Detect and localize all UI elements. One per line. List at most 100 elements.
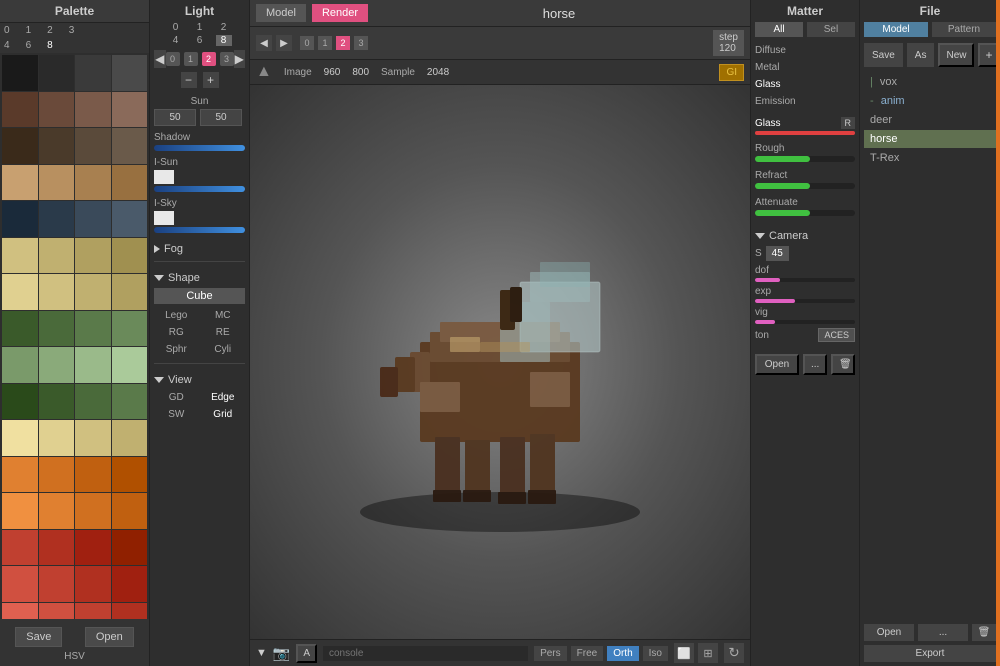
file-item-anim[interactable]: - anim xyxy=(864,92,996,110)
file-save-button[interactable]: Save xyxy=(864,43,903,67)
shape-cyli[interactable]: Cyli xyxy=(201,342,246,357)
light-num-8[interactable]: 8 xyxy=(216,35,232,46)
color-swatch-54[interactable] xyxy=(75,530,111,566)
fog-row[interactable]: Fog xyxy=(154,243,245,255)
render-tab[interactable]: Render xyxy=(312,4,368,22)
matter-tab-all[interactable]: All xyxy=(755,22,803,37)
file-tab-pattern[interactable]: Pattern xyxy=(932,22,996,37)
grid-button-1[interactable]: ⬜ xyxy=(674,643,694,663)
file-dots-button[interactable]: ... xyxy=(918,624,968,641)
palette-num-3[interactable]: 3 xyxy=(69,25,75,36)
color-swatch-63[interactable] xyxy=(112,603,148,620)
color-swatch-36[interactable] xyxy=(2,384,38,420)
color-swatch-6[interactable] xyxy=(75,92,111,128)
gi-button[interactable]: GI xyxy=(719,64,744,81)
console-input[interactable] xyxy=(323,646,528,661)
color-swatch-50[interactable] xyxy=(75,493,111,529)
matter-emission[interactable]: Emission xyxy=(755,94,855,109)
matter-trash-button[interactable]: 🗑 xyxy=(831,354,855,375)
color-swatch-21[interactable] xyxy=(39,238,75,274)
light-dot-0[interactable]: 0 xyxy=(166,52,180,66)
palette-num-0[interactable]: 0 xyxy=(4,25,10,36)
triangle-up-icon[interactable]: ▲ xyxy=(256,63,272,81)
light-num-6[interactable]: 6 xyxy=(192,35,208,46)
matter-diffuse[interactable]: Diffuse xyxy=(755,43,855,58)
color-swatch-30[interactable] xyxy=(75,311,111,347)
file-export-button[interactable]: Export xyxy=(864,645,996,662)
shape-selected[interactable]: Cube xyxy=(154,288,245,304)
shape-row[interactable]: Shape xyxy=(154,272,245,284)
model-tab[interactable]: Model xyxy=(256,4,306,22)
color-swatch-42[interactable] xyxy=(75,420,111,456)
color-swatch-37[interactable] xyxy=(39,384,75,420)
view-grid[interactable]: Grid xyxy=(201,407,246,422)
color-swatch-26[interactable] xyxy=(75,274,111,310)
viewport[interactable] xyxy=(250,85,750,639)
file-item-deer[interactable]: deer xyxy=(864,111,996,129)
shape-rg[interactable]: RG xyxy=(154,325,199,340)
color-swatch-0[interactable] xyxy=(2,55,38,91)
vp-dot-2[interactable]: 2 xyxy=(336,36,350,50)
glass-slider[interactable] xyxy=(755,131,855,135)
color-swatch-17[interactable] xyxy=(39,201,75,237)
bottom-expand-icon[interactable]: ▼ xyxy=(256,647,267,659)
color-swatch-53[interactable] xyxy=(39,530,75,566)
color-swatch-55[interactable] xyxy=(112,530,148,566)
color-swatch-16[interactable] xyxy=(2,201,38,237)
color-swatch-48[interactable] xyxy=(2,493,38,529)
palette-num-6[interactable]: 6 xyxy=(26,40,32,51)
light-num-1[interactable]: 1 xyxy=(192,22,208,33)
light-plus-button[interactable]: + xyxy=(203,72,219,88)
attenuate-slider[interactable] xyxy=(755,210,855,216)
free-button[interactable]: Free xyxy=(571,646,604,661)
aces-badge[interactable]: ACES xyxy=(818,328,855,342)
color-swatch-24[interactable] xyxy=(2,274,38,310)
matter-tab-sel[interactable]: Sel xyxy=(807,22,855,37)
r-badge[interactable]: R xyxy=(841,117,856,129)
light-dot-2[interactable]: 2 xyxy=(202,52,216,66)
shape-lego[interactable]: Lego xyxy=(154,308,199,323)
color-swatch-29[interactable] xyxy=(39,311,75,347)
light-num-0[interactable]: 0 xyxy=(168,22,184,33)
file-open-button[interactable]: Open xyxy=(864,624,914,641)
i-sky-slider[interactable] xyxy=(154,227,245,233)
color-swatch-23[interactable] xyxy=(112,238,148,274)
color-swatch-44[interactable] xyxy=(2,457,38,493)
view-row[interactable]: View xyxy=(154,374,245,386)
orth-button[interactable]: Orth xyxy=(607,646,638,661)
color-swatch-43[interactable] xyxy=(112,420,148,456)
file-item-horse[interactable]: horse xyxy=(864,130,996,148)
color-swatch-46[interactable] xyxy=(75,457,111,493)
color-swatch-60[interactable] xyxy=(2,603,38,620)
matter-dots-button[interactable]: ... xyxy=(803,354,827,375)
color-swatch-49[interactable] xyxy=(39,493,75,529)
exp-slider[interactable] xyxy=(755,299,855,303)
i-sun-color[interactable] xyxy=(154,170,174,184)
camera-icon[interactable]: 📷 xyxy=(273,645,290,662)
light-next-button[interactable]: ▶ xyxy=(234,50,246,68)
light-num-2[interactable]: 2 xyxy=(216,22,232,33)
color-swatch-41[interactable] xyxy=(39,420,75,456)
color-swatch-14[interactable] xyxy=(75,165,111,201)
color-swatch-12[interactable] xyxy=(2,165,38,201)
matter-glass[interactable]: Glass xyxy=(755,77,855,92)
color-swatch-33[interactable] xyxy=(39,347,75,383)
i-sky-color[interactable] xyxy=(154,211,174,225)
matter-open-button[interactable]: Open xyxy=(755,354,799,375)
palette-num-8[interactable]: 8 xyxy=(47,40,53,51)
palette-save-button[interactable]: Save xyxy=(15,627,62,647)
color-swatch-11[interactable] xyxy=(112,128,148,164)
dof-slider[interactable] xyxy=(755,278,855,282)
color-swatch-62[interactable] xyxy=(75,603,111,620)
color-swatch-45[interactable] xyxy=(39,457,75,493)
rough-slider[interactable] xyxy=(755,156,855,162)
color-swatch-32[interactable] xyxy=(2,347,38,383)
iso-button[interactable]: Iso xyxy=(643,646,668,661)
color-swatch-10[interactable] xyxy=(75,128,111,164)
color-swatch-15[interactable] xyxy=(112,165,148,201)
color-swatch-20[interactable] xyxy=(2,238,38,274)
color-swatch-47[interactable] xyxy=(112,457,148,493)
color-swatch-4[interactable] xyxy=(2,92,38,128)
file-trash-button[interactable]: 🗑 xyxy=(972,624,996,641)
color-swatch-31[interactable] xyxy=(112,311,148,347)
